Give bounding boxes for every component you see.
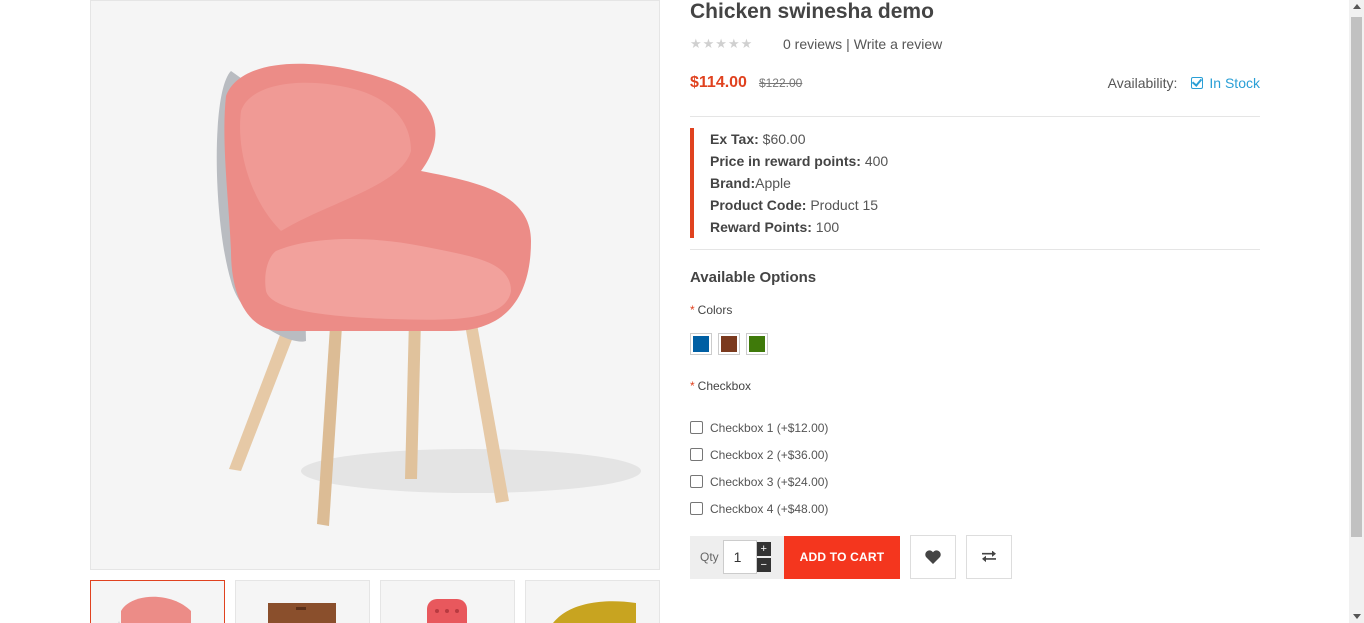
required-mark: * (690, 379, 695, 393)
product-info: Chicken swinesha demo ★★★★★ 0 reviews | … (690, 0, 1260, 579)
qty-increase-button[interactable]: + (756, 542, 771, 556)
checkbox-input[interactable] (690, 448, 703, 461)
qty-decrease-button[interactable]: − (756, 558, 771, 572)
qty-label: Qty (700, 550, 719, 564)
stock-status-text: In Stock (1209, 75, 1260, 91)
color-swatch-blue[interactable] (690, 333, 712, 355)
checkbox-input[interactable] (690, 502, 703, 515)
quantity-group: Qty 1 + − (690, 535, 784, 579)
options-title: Available Options (690, 269, 817, 286)
thumbnail-2[interactable] (235, 580, 370, 623)
meta-reward-price: Price in reward points: 400 (710, 153, 889, 169)
price-group: $114.00 $122.00 (690, 74, 802, 92)
thumbnail-1[interactable] (90, 580, 225, 623)
colors-label: * Colors (690, 303, 733, 317)
check-square-icon (1191, 77, 1204, 89)
meta-ex-tax: Ex Tax: $60.00 (710, 131, 806, 147)
rating-stars-icon: ★★★★★ (690, 36, 754, 51)
availability: Availability: In Stock (1108, 75, 1260, 91)
wood-cabinet-thumb (268, 603, 336, 623)
meta-reward-points: Reward Points: 100 (710, 219, 840, 235)
exchange-icon (982, 551, 996, 563)
cart-row: Qty 1 + − ADD TO CART (690, 535, 1260, 579)
scroll-up-icon[interactable] (1353, 4, 1361, 9)
quantity-stepper: + − (756, 541, 771, 573)
meta-brand: Brand:Apple (710, 175, 791, 191)
product-meta: Ex Tax: $60.00 Price in reward points: 4… (690, 128, 1260, 238)
price-row: $114.00 $122.00 Availability: In Stock (690, 74, 1260, 92)
heart-icon (925, 550, 941, 564)
color-swatch-brown[interactable] (718, 333, 740, 355)
checkbox-input[interactable] (690, 421, 703, 434)
write-review-link[interactable]: Write a review (854, 36, 942, 52)
thumbnail-4[interactable] (525, 580, 660, 623)
checkbox-label: * Checkbox (690, 379, 752, 393)
checkbox-option[interactable]: Checkbox 2 (+$36.00) (690, 441, 1260, 468)
main-product-image[interactable] (90, 0, 660, 570)
product-page: Chicken swinesha demo ★★★★★ 0 reviews | … (0, 0, 1364, 623)
availability-label: Availability: (1107, 75, 1178, 91)
price-old: $122.00 (758, 76, 803, 90)
page-scrollbar[interactable] (1349, 0, 1364, 623)
meta-product-code: Product Code: Product 15 (710, 197, 879, 213)
yellow-chair-thumb (553, 601, 636, 623)
color-swatch-green[interactable] (746, 333, 768, 355)
wishlist-button[interactable] (910, 535, 956, 579)
divider (690, 249, 1260, 250)
compare-button[interactable] (966, 535, 1012, 579)
checkbox-list: Checkbox 1 (+$12.00) Checkbox 2 (+$36.00… (690, 414, 1260, 522)
pink-chair-thumb (118, 596, 191, 623)
checkbox-option[interactable]: Checkbox 1 (+$12.00) (690, 414, 1260, 441)
required-mark: * (690, 303, 695, 317)
chair-image (91, 1, 659, 569)
thumbnail-3[interactable] (380, 580, 515, 623)
rating-row: ★★★★★ 0 reviews | Write a review (690, 36, 1260, 52)
red-chair-thumb (427, 599, 467, 623)
review-separator: | (846, 36, 850, 52)
reviews-link[interactable]: 0 reviews (783, 36, 842, 52)
checkbox-option[interactable]: Checkbox 3 (+$24.00) (690, 468, 1260, 495)
checkbox-option[interactable]: Checkbox 4 (+$48.00) (690, 495, 1260, 522)
product-title: Chicken swinesha demo (690, 0, 934, 23)
add-to-cart-button[interactable]: ADD TO CART (784, 535, 900, 579)
scroll-thumb[interactable] (1351, 17, 1362, 537)
thumbnail-strip (90, 580, 660, 623)
stock-status: In Stock (1191, 75, 1260, 91)
price-new: $114.00 (690, 74, 747, 91)
quantity-input[interactable]: 1 (722, 540, 757, 574)
color-swatches (690, 333, 1260, 355)
divider (690, 116, 1260, 117)
checkbox-input[interactable] (690, 475, 703, 488)
scroll-down-icon[interactable] (1353, 614, 1361, 619)
